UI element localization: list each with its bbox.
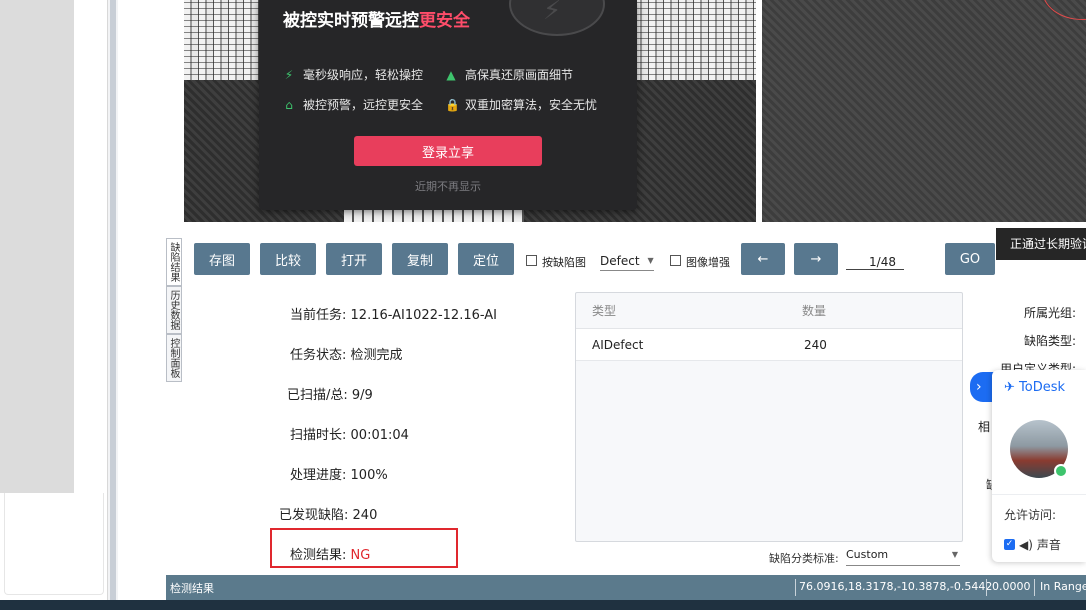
status-coordinates: 76.0916,18.3178,-10.3878,-0.5442	[799, 580, 993, 593]
classification-combo[interactable]: Custom ▼	[846, 548, 960, 566]
alert-house-icon: ⌂	[285, 97, 293, 112]
promo-title: 被控实时预警远控更安全	[283, 11, 470, 31]
defect-map-checkbox[interactable]	[526, 255, 537, 266]
sound-permission[interactable]: ✓ ◀) 声音	[1004, 536, 1061, 553]
inspection-app: ⚡ 被控实时预警远控更安全 ⚡ 毫秒级响应，轻松操控 ▲ 高保真还原画面细节 ⌂…	[166, 0, 1086, 600]
taskbar	[0, 600, 1086, 610]
allow-access-label: 允许访问:	[1004, 508, 1057, 522]
column-header-type: 类型	[592, 304, 617, 318]
status-row: 任务状态: 检测完成	[290, 348, 403, 363]
pane-gap	[118, 0, 166, 600]
checkbox-checked-icon[interactable]: ✓	[1004, 539, 1015, 550]
lock-icon: 🔒	[445, 97, 460, 112]
todesk-logo-icon: ✈	[1004, 380, 1015, 395]
go-button[interactable]: GO	[945, 243, 995, 275]
duration-row: 扫描时长: 00:01:04	[290, 428, 409, 443]
promo-feature-4: 🔒 双重加密算法，安全无忧	[445, 97, 598, 113]
screen: ⚡ 被控实时预警远控更安全 ⚡ 毫秒级响应，轻松操控 ▲ 高保真还原画面细节 ⌂…	[0, 0, 1086, 610]
system-notification[interactable]: 正通过长期验证	[996, 228, 1086, 260]
speaker-icon: ◀)	[1019, 537, 1033, 552]
left-pane-card	[4, 493, 104, 595]
tab-control-panel[interactable]: 控制面板	[166, 334, 182, 382]
left-pane-content	[0, 0, 74, 493]
bolt-icon: ⚡	[543, 0, 562, 26]
promo-feature-3: ⌂ 被控预警，远控更安全	[283, 96, 423, 113]
status-left-text: 检测结果	[170, 582, 214, 595]
status-range: In Range	[1040, 580, 1086, 593]
table-header: 类型 数量	[576, 293, 962, 329]
defect-image-viewer[interactable]	[762, 0, 1086, 222]
compare-button[interactable]: 比较	[260, 243, 316, 275]
scanned-row: 已扫描/总: 9/9	[287, 388, 373, 403]
defect-summary-table: 类型 数量 AIDefect 240	[575, 292, 963, 542]
status-divider	[795, 579, 796, 596]
open-button[interactable]: 打开	[326, 243, 382, 275]
todesk-panel: ✈ ToDesk 允许访问: ✓ ◀) 声音	[992, 370, 1086, 562]
todesk-brand: ✈ ToDesk	[1004, 380, 1066, 395]
status-bar: 检测结果 76.0916,18.3178,-10.3878,-0.5442 0.…	[166, 575, 1086, 600]
tab-history-data[interactable]: 历史数据	[166, 286, 182, 334]
status-value: 0.0000	[992, 580, 1031, 593]
defect-type-label: 缺陷类型:	[1024, 334, 1077, 348]
promo-logo: ⚡	[509, 0, 605, 36]
page-indicator[interactable]: 1/48	[846, 255, 904, 270]
next-page-button[interactable]: →	[794, 243, 838, 275]
left-remote-pane	[0, 0, 108, 600]
chevron-down-icon: ▼	[951, 550, 958, 559]
promo-dismiss-link[interactable]: 近期不再显示	[259, 178, 637, 194]
defect-combo[interactable]: Defect ▼	[600, 251, 654, 271]
ng-status-badge: NG	[350, 548, 371, 563]
online-status-icon	[1054, 464, 1068, 478]
todesk-divider	[992, 494, 1086, 495]
cell-count: 240	[804, 338, 827, 352]
locate-button[interactable]: 定位	[458, 243, 514, 275]
detection-result-row: 检测结果: NG	[290, 548, 371, 563]
column-header-count: 数量	[802, 304, 827, 318]
table-row[interactable]: AIDefect 240	[576, 329, 962, 361]
partial-label-1: 相	[978, 420, 991, 434]
side-tab-strip: 缺陷结果 历史数据 控制面板	[166, 238, 182, 382]
tab-defect-results[interactable]: 缺陷结果	[166, 238, 182, 286]
classification-label: 缺陷分类标准:	[769, 552, 839, 565]
todesk-promo-popup: ⚡ 被控实时预警远控更安全 ⚡ 毫秒级响应，轻松操控 ▲ 高保真还原画面细节 ⌂…	[259, 0, 637, 210]
bolt-icon: ⚡	[284, 67, 294, 82]
prev-page-button[interactable]: ←	[741, 243, 785, 275]
defect-map-label: 按缺陷图	[542, 256, 586, 269]
promo-feature-1: ⚡ 毫秒级响应，轻松操控	[284, 67, 424, 83]
group-label: 所属光组:	[1024, 306, 1077, 320]
save-image-button[interactable]: 存图	[194, 243, 250, 275]
copy-button[interactable]: 复制	[392, 243, 448, 275]
promo-login-button[interactable]: 登录立享	[354, 136, 542, 166]
chevron-down-icon: ▼	[647, 256, 654, 265]
status-divider	[986, 579, 987, 596]
image-enhance-label: 图像增强	[686, 256, 730, 269]
progress-row: 处理进度: 100%	[290, 468, 388, 483]
status-divider	[1034, 579, 1035, 596]
pane-splitter[interactable]	[110, 0, 116, 600]
image-icon: ▲	[446, 67, 456, 82]
image-enhance-checkbox[interactable]	[670, 255, 681, 266]
task-row: 当前任务: 12.16-AI1022-12.16-AI	[290, 308, 498, 323]
defects-found-row: 已发现缺陷: 240	[279, 508, 378, 523]
defect-marker	[1042, 0, 1086, 20]
cell-type: AIDefect	[592, 338, 644, 352]
promo-feature-2: ▲ 高保真还原画面细节	[446, 67, 574, 83]
